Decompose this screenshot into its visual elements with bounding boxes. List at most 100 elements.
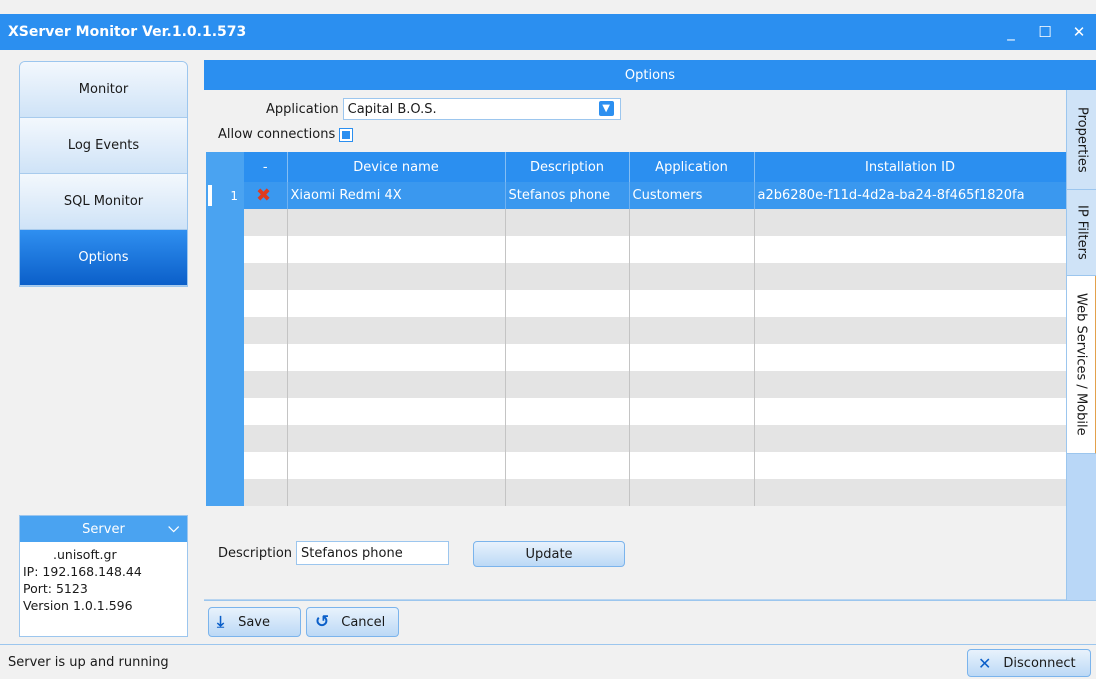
devices-grid: 1 - Device name Description Application … xyxy=(206,152,1067,506)
row-selection-marker xyxy=(208,185,212,206)
tab-properties-label: Properties xyxy=(1074,106,1090,173)
description-input[interactable]: Stefanos phone xyxy=(296,541,450,565)
empty-cell xyxy=(505,344,630,371)
disconnect-button-label: Disconnect xyxy=(1003,655,1076,671)
nav-menu: Monitor Log Events SQL Monitor Options xyxy=(19,61,188,287)
chevron-down-icon[interactable]: ⌵ xyxy=(168,520,179,536)
empty-cell xyxy=(754,236,1067,263)
server-host: .unisoft.gr xyxy=(53,547,117,562)
empty-cell xyxy=(754,398,1067,425)
application-row: Application Capital B.O.S. ▼ xyxy=(266,98,621,120)
server-version: Version 1.0.1.596 xyxy=(23,598,133,613)
empty-cell xyxy=(244,398,288,425)
column-header-application[interactable]: Application xyxy=(629,152,755,182)
empty-cell xyxy=(287,398,506,425)
server-info-panel: Server ⌵ .unisoft.gr IP: 192.168.148.44 … xyxy=(19,515,188,637)
empty-cell xyxy=(287,425,506,452)
empty-cell xyxy=(505,290,630,317)
delete-icon[interactable]: ✖ xyxy=(256,185,271,206)
tab-ip-filters[interactable]: IP Filters xyxy=(1067,190,1096,276)
application-select[interactable]: Capital B.O.S. ▼ xyxy=(342,98,621,120)
empty-cell xyxy=(754,263,1067,290)
empty-cell xyxy=(287,209,506,236)
empty-row xyxy=(244,425,1067,452)
application-select-value: Capital B.O.S. xyxy=(347,101,437,117)
table-header-row: - Device name Description Application In… xyxy=(244,152,1067,182)
empty-cell xyxy=(287,371,506,398)
column-header-description[interactable]: Description xyxy=(505,152,630,182)
description-cell[interactable]: Stefanos phone xyxy=(505,182,630,209)
server-details: .unisoft.gr IP: 192.168.148.44 Port: 512… xyxy=(20,542,187,614)
update-button[interactable]: Update xyxy=(473,541,625,567)
empty-cell xyxy=(287,479,506,506)
server-port: Port: 5123 xyxy=(23,581,88,596)
close-icon[interactable]: ✕ xyxy=(1062,14,1096,50)
empty-cell xyxy=(754,290,1067,317)
nav-item-log-events[interactable]: Log Events xyxy=(20,118,187,174)
left-pane: Monitor Log Events SQL Monitor Options S… xyxy=(0,54,200,642)
nav-item-options[interactable]: Options xyxy=(20,230,187,286)
row-number-cell[interactable]: 1 xyxy=(206,182,244,209)
empty-cell xyxy=(505,317,630,344)
empty-cell xyxy=(244,452,288,479)
tab-web-services-mobile[interactable]: Web Services / Mobile xyxy=(1067,276,1096,454)
nav-item-sql-monitor[interactable]: SQL Monitor xyxy=(20,174,187,230)
empty-row xyxy=(244,263,1067,290)
empty-row xyxy=(244,317,1067,344)
nav-item-monitor[interactable]: Monitor xyxy=(20,62,187,118)
column-header-delete[interactable]: - xyxy=(244,152,288,182)
save-button[interactable]: ⤓ Save xyxy=(208,607,301,637)
empty-cell xyxy=(244,263,288,290)
tab-properties[interactable]: Properties xyxy=(1067,90,1096,190)
application-label: Application xyxy=(266,101,339,117)
installation-id-cell[interactable]: a2b6280e-f11d-4d2a-ba24-8f465f1820fa xyxy=(754,182,1067,209)
allow-connections-row: Allow connections xyxy=(218,127,354,142)
empty-row xyxy=(244,452,1067,479)
options-header: Options xyxy=(204,60,1096,90)
tab-ip-filters-label: IP Filters xyxy=(1074,205,1090,260)
status-text: Server is up and running xyxy=(8,654,169,670)
row-indicator-column: 1 xyxy=(206,182,244,506)
column-header-installation-id[interactable]: Installation ID xyxy=(754,152,1067,182)
empty-cell xyxy=(287,236,506,263)
empty-cell xyxy=(629,371,755,398)
empty-cell xyxy=(505,398,630,425)
empty-cell xyxy=(629,425,755,452)
empty-cell xyxy=(287,344,506,371)
table-row[interactable]: ✖ Xiaomi Redmi 4X Stefanos phone Custome… xyxy=(244,182,1067,209)
options-content: Application Capital B.O.S. ▼ Allow conne… xyxy=(204,90,1067,600)
empty-cell xyxy=(629,236,755,263)
server-ip: IP: 192.168.148.44 xyxy=(23,564,142,579)
empty-cell xyxy=(754,209,1067,236)
empty-row xyxy=(244,290,1067,317)
application-cell[interactable]: Customers xyxy=(629,182,755,209)
disconnect-button[interactable]: ✕ Disconnect xyxy=(967,649,1091,677)
empty-cell xyxy=(244,371,288,398)
empty-row xyxy=(244,479,1067,506)
undo-icon: ↺ xyxy=(315,612,330,632)
empty-cell xyxy=(505,209,630,236)
empty-cell xyxy=(505,263,630,290)
status-bar: Server is up and running ✕ Disconnect xyxy=(0,644,1096,679)
server-panel-header[interactable]: Server ⌵ xyxy=(20,516,187,542)
allow-connections-checkbox[interactable] xyxy=(339,127,354,142)
empty-cell xyxy=(287,290,506,317)
empty-cell xyxy=(505,452,630,479)
maximize-icon[interactable]: ☐ xyxy=(1028,14,1062,50)
empty-cell xyxy=(754,425,1067,452)
empty-cell xyxy=(754,452,1067,479)
app-window: XServer Monitor Ver.1.0.1.573 _ ☐ ✕ Moni… xyxy=(0,0,1096,679)
close-icon: ✕ xyxy=(978,653,992,673)
chevron-down-icon[interactable]: ▼ xyxy=(598,101,614,116)
cancel-button[interactable]: ↺ Cancel xyxy=(306,607,399,637)
minimize-icon[interactable]: _ xyxy=(994,14,1028,50)
empty-cell xyxy=(629,263,755,290)
description-row: Description Stefanos phone xyxy=(218,541,450,565)
empty-cell xyxy=(629,290,755,317)
empty-cell xyxy=(754,479,1067,506)
device-name-cell[interactable]: Xiaomi Redmi 4X xyxy=(287,182,506,209)
column-header-device-name[interactable]: Device name xyxy=(287,152,506,182)
main-area: Options Application Capital B.O.S. ▼ All… xyxy=(204,54,1096,642)
window-title: XServer Monitor Ver.1.0.1.573 xyxy=(8,24,247,40)
delete-cell[interactable]: ✖ xyxy=(244,182,288,209)
